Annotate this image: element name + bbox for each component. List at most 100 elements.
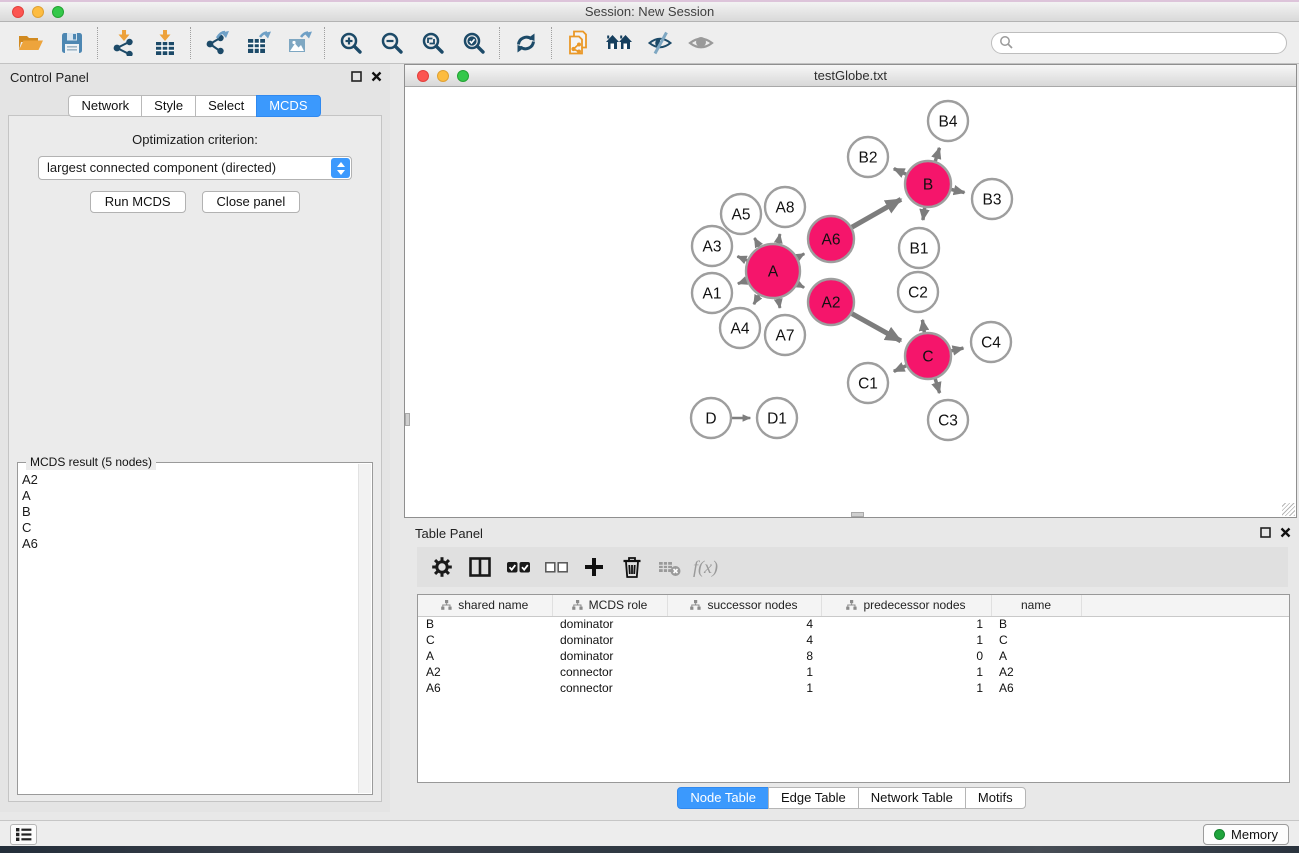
hide-graphics-details-button[interactable] [639, 25, 680, 61]
save-session-button[interactable] [51, 25, 92, 61]
graph-node-C2[interactable]: C2 [898, 272, 938, 312]
graph-node-D[interactable]: D [691, 398, 731, 438]
tab-network[interactable]: Network [68, 95, 142, 117]
open-file-button[interactable] [10, 25, 51, 61]
table-row[interactable]: Adominator80A [418, 648, 1289, 664]
graph-edge-B-B1[interactable] [923, 208, 925, 220]
result-item[interactable]: A6 [22, 536, 356, 552]
graph-edge-A-A4[interactable] [754, 295, 759, 304]
zoom-fit-button[interactable] [412, 25, 453, 61]
tab-mcds[interactable]: MCDS [256, 95, 320, 117]
graph-node-B4[interactable]: B4 [928, 101, 968, 141]
apply-layout-button[interactable] [505, 25, 546, 61]
add-column-button[interactable] [575, 549, 613, 585]
graph-node-C[interactable]: C [905, 333, 951, 379]
result-item[interactable]: A2 [22, 472, 356, 488]
graph-node-A4[interactable]: A4 [720, 308, 760, 348]
export-table-button[interactable] [237, 25, 278, 61]
graph-edge-A-A8[interactable] [778, 234, 780, 244]
float-panel-icon[interactable] [1260, 527, 1271, 538]
close-panel-button[interactable]: Close panel [202, 191, 301, 213]
graph-edge-C-C4[interactable] [951, 348, 963, 351]
close-window-button[interactable] [12, 6, 24, 18]
graph-edge-B-B2[interactable] [894, 169, 906, 175]
graph-edge-A-A2[interactable] [798, 284, 804, 287]
tab-select[interactable]: Select [195, 95, 257, 117]
column-header-shared-name[interactable]: shared name [418, 595, 552, 616]
graph-node-A2[interactable]: A2 [808, 279, 854, 325]
graph-edge-B-B4[interactable] [935, 148, 939, 161]
import-table-button[interactable] [144, 25, 185, 61]
network-window-titlebar[interactable]: testGlobe.txt [405, 65, 1296, 87]
graph-node-C4[interactable]: C4 [971, 322, 1011, 362]
graph-node-A1[interactable]: A1 [692, 273, 732, 313]
network-zoom-button[interactable] [457, 70, 469, 82]
show-panels-button[interactable] [10, 824, 37, 845]
select-all-columns-button[interactable] [499, 549, 537, 585]
graph-node-D1[interactable]: D1 [757, 398, 797, 438]
table-settings-button[interactable] [423, 549, 461, 585]
zoom-out-button[interactable] [371, 25, 412, 61]
search-input[interactable] [1014, 34, 1286, 52]
minimize-window-button[interactable] [32, 6, 44, 18]
graph-edge-A-A3[interactable] [737, 256, 747, 260]
graph-node-A[interactable]: A [746, 244, 800, 298]
resize-grip[interactable] [1282, 503, 1295, 516]
network-canvas[interactable]: AA6A2BCA5A8A3A1A4A7B2B4B3B1C2C4C1C3DD1 [405, 88, 1296, 517]
close-panel-icon[interactable] [371, 71, 382, 82]
float-panel-icon[interactable] [351, 71, 362, 82]
tab-network-table[interactable]: Network Table [858, 787, 966, 809]
column-header-predecessor-nodes[interactable]: predecessor nodes [821, 595, 991, 616]
graph-node-A8[interactable]: A8 [765, 187, 805, 227]
graph-node-A5[interactable]: A5 [721, 194, 761, 234]
table-row[interactable]: Cdominator41C [418, 632, 1289, 648]
delete-column-button[interactable] [613, 549, 651, 585]
graph-edge-B-B3[interactable] [951, 190, 964, 193]
graph-node-A7[interactable]: A7 [765, 315, 805, 355]
graph-edge-A-A1[interactable] [738, 281, 747, 284]
graph-node-A3[interactable]: A3 [692, 226, 732, 266]
criterion-select[interactable]: largest connected component (directed) [38, 156, 352, 180]
column-header-successor-nodes[interactable]: successor nodes [667, 595, 821, 616]
column-header-name[interactable]: name [991, 595, 1081, 616]
splitter-handle[interactable] [405, 413, 410, 426]
graph-edge-C-C3[interactable] [935, 379, 939, 393]
network-minimize-button[interactable] [437, 70, 449, 82]
graph-edge-A6-B[interactable] [852, 199, 901, 227]
show-graphics-details-button[interactable] [680, 25, 721, 61]
close-panel-icon[interactable] [1280, 527, 1291, 538]
zoom-in-button[interactable] [330, 25, 371, 61]
graph-node-C3[interactable]: C3 [928, 400, 968, 440]
new-network-button[interactable] [557, 25, 598, 61]
zoom-window-button[interactable] [52, 6, 64, 18]
run-mcds-button[interactable]: Run MCDS [90, 191, 186, 213]
result-item[interactable]: C [22, 520, 356, 536]
deselect-all-columns-button[interactable] [537, 549, 575, 585]
graph-node-C1[interactable]: C1 [848, 363, 888, 403]
splitter-handle[interactable] [851, 512, 864, 517]
graph-edge-A2-C[interactable] [852, 314, 901, 341]
result-item[interactable]: B [22, 504, 356, 520]
import-network-button[interactable] [103, 25, 144, 61]
graph-edge-A-A7[interactable] [778, 299, 780, 309]
graph-edge-C-C1[interactable] [894, 366, 906, 372]
column-header-mcds-role[interactable]: MCDS role [552, 595, 667, 616]
zoom-selected-button[interactable] [453, 25, 494, 61]
result-item[interactable]: A [22, 488, 356, 504]
table-row[interactable]: A2connector11A2 [418, 664, 1289, 680]
graph-node-B[interactable]: B [905, 161, 951, 207]
network-close-button[interactable] [417, 70, 429, 82]
tab-style[interactable]: Style [141, 95, 196, 117]
table-row[interactable]: A6connector11A6 [418, 680, 1289, 696]
tab-node-table[interactable]: Node Table [677, 787, 769, 809]
graph-node-B3[interactable]: B3 [972, 179, 1012, 219]
tab-edge-table[interactable]: Edge Table [768, 787, 859, 809]
split-view-button[interactable] [461, 549, 499, 585]
result-scrollbar[interactable] [358, 464, 371, 793]
export-image-button[interactable] [278, 25, 319, 61]
table-row[interactable]: Bdominator41B [418, 616, 1289, 632]
graph-edge-C-C2[interactable] [922, 320, 924, 332]
graph-edge-A-A6[interactable] [798, 254, 805, 258]
home-view-button[interactable] [598, 25, 639, 61]
graph-node-B1[interactable]: B1 [899, 228, 939, 268]
